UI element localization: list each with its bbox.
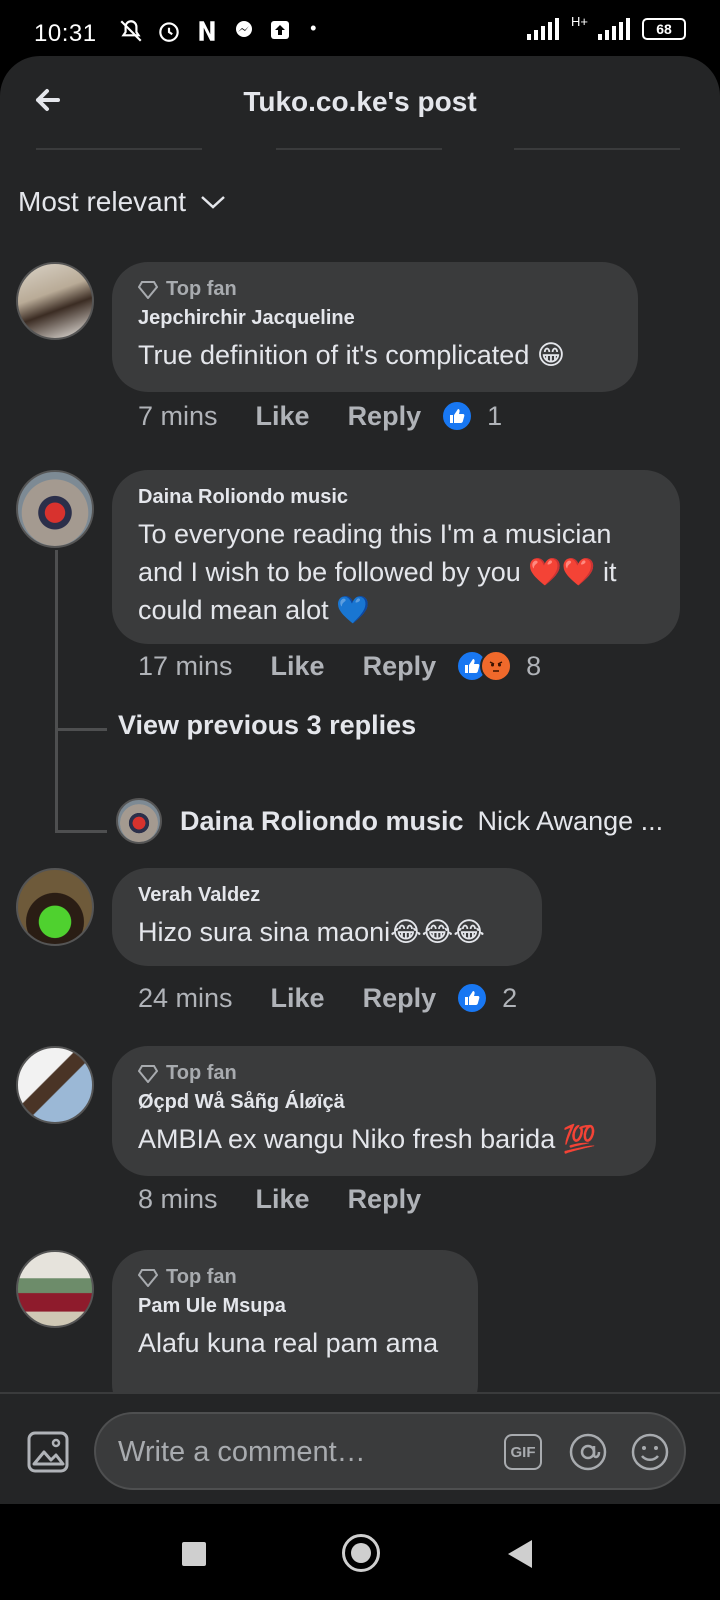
avatar[interactable] — [16, 868, 94, 946]
reply-preview[interactable]: Daina Roliondo music Nick Awange ... — [116, 798, 663, 844]
reply-button[interactable]: Reply — [348, 1184, 422, 1215]
chevron-down-icon — [201, 196, 225, 209]
comment-author[interactable]: Pam Ule Msupa — [138, 1295, 452, 1318]
messenger-icon — [236, 21, 253, 37]
app-bar: Tuko.co.ke's post — [0, 56, 720, 146]
dot-icon: • — [310, 18, 317, 38]
signal-icon — [527, 18, 560, 40]
like-button[interactable]: Like — [271, 651, 325, 682]
top-fan-badge: Top fan — [138, 1062, 630, 1085]
like-button[interactable]: Like — [256, 401, 310, 432]
thread-line — [55, 830, 107, 833]
comment-text: Alafu kuna real pam ama — [138, 1328, 439, 1358]
sort-label: Most relevant — [18, 186, 187, 217]
comment-actions: 17 mins Like Reply 8 — [138, 650, 541, 682]
status-bar: 10:31 • H+ 68 — [0, 0, 720, 56]
comment-text: Hizo sura sina maoni😂😂😂 — [138, 917, 485, 947]
comment-composer: Write a comment… GIF — [0, 1392, 720, 1504]
comment-bubble[interactable]: Top fan Øçpd Wå Såñg Áløïçä AMBIA ex wan… — [112, 1046, 656, 1176]
comment-actions: 8 mins Like Reply — [138, 1184, 441, 1215]
comment-text: True definition of it's complicated 😁 — [138, 340, 565, 370]
top-fan-badge: Top fan — [138, 278, 612, 301]
avatar[interactable] — [16, 1250, 94, 1328]
system-navigation-bar — [0, 1504, 720, 1600]
mute-icon — [120, 20, 142, 42]
reply-author[interactable]: Daina Roliondo music — [180, 806, 464, 837]
avatar[interactable] — [16, 1046, 94, 1124]
page-title: Tuko.co.ke's post — [243, 86, 477, 117]
comment-text: AMBIA ex wangu Niko fresh barida 💯 — [138, 1124, 597, 1154]
reply-button[interactable]: Reply — [363, 983, 437, 1014]
gif-button[interactable]: GIF — [504, 1434, 542, 1470]
home-button[interactable] — [342, 1534, 380, 1572]
sort-dropdown[interactable]: Most relevant — [18, 186, 226, 218]
comment-bubble[interactable]: Verah Valdez Hizo sura sina maoni😂😂😂 — [112, 868, 542, 966]
reaction-tabs-edge — [36, 148, 202, 150]
back-button[interactable] — [508, 1540, 532, 1568]
diamond-icon — [138, 1268, 158, 1287]
top-fan-badge: Top fan — [138, 1266, 452, 1289]
comments-screen: Tuko.co.ke's post Most relevant Top fan … — [0, 56, 720, 1504]
mention-icon[interactable] — [568, 1432, 608, 1472]
comment-actions: 7 mins Like Reply 1 — [138, 400, 502, 432]
reaction-count[interactable]: 2 — [502, 983, 517, 1014]
comment-time: 24 mins — [138, 982, 233, 1013]
status-notification-icons: • — [100, 18, 316, 44]
reaction-tabs-edge — [514, 148, 680, 150]
alarm-icon — [159, 22, 179, 42]
avatar[interactable] — [16, 262, 94, 340]
comment-bubble[interactable]: Top fan Jepchirchir Jacqueline True defi… — [112, 262, 638, 392]
signal-2-icon — [598, 18, 630, 40]
diamond-icon — [138, 280, 158, 299]
comment-author[interactable]: Daina Roliondo music — [138, 486, 654, 509]
netflix-icon — [199, 21, 215, 41]
reply-button[interactable]: Reply — [363, 651, 437, 682]
avatar[interactable] — [16, 470, 94, 548]
comment-author[interactable]: Øçpd Wå Såñg Áløïçä — [138, 1091, 630, 1114]
battery-icon: 68 — [642, 18, 686, 40]
reaction-count[interactable]: 1 — [487, 401, 502, 432]
view-previous-replies-link[interactable]: View previous 3 replies — [118, 710, 416, 741]
network-type: H+ — [571, 13, 588, 29]
comment-time: 17 mins — [138, 650, 233, 681]
reply-avatar[interactable] — [116, 798, 162, 844]
upload-icon — [271, 21, 290, 39]
comment-placeholder: Write a comment… — [118, 1436, 366, 1468]
like-button[interactable]: Like — [256, 1184, 310, 1215]
recent-apps-button[interactable] — [182, 1542, 206, 1566]
comment-actions: 24 mins Like Reply 2 — [138, 982, 517, 1014]
comment-text: To everyone reading this I'm a musician … — [138, 519, 617, 625]
reply-button[interactable]: Reply — [348, 401, 422, 432]
reaction-tabs-edge — [276, 148, 442, 150]
photo-icon[interactable] — [26, 1430, 70, 1474]
comment-input[interactable]: Write a comment… GIF — [94, 1412, 686, 1490]
comment-time: 7 mins — [138, 400, 218, 431]
thread-line — [55, 728, 107, 731]
emoji-icon[interactable] — [630, 1432, 670, 1472]
comment-bubble[interactable]: Daina Roliondo music To everyone reading… — [112, 470, 680, 644]
reaction-count[interactable]: 8 — [526, 651, 541, 682]
like-reaction-icon[interactable] — [441, 400, 474, 432]
diamond-icon — [138, 1064, 158, 1083]
comment-author[interactable]: Jepchirchir Jacqueline — [138, 307, 612, 330]
thread-line — [55, 550, 58, 832]
angry-reaction-icon[interactable] — [480, 650, 513, 682]
like-reaction-icon[interactable] — [456, 982, 489, 1014]
status-time: 10:31 — [34, 20, 97, 47]
comment-time: 8 mins — [138, 1184, 218, 1214]
comment-author[interactable]: Verah Valdez — [138, 884, 516, 907]
reply-text: Nick Awange ... — [477, 805, 664, 836]
status-right: H+ 68 — [527, 14, 686, 40]
like-button[interactable]: Like — [271, 983, 325, 1014]
